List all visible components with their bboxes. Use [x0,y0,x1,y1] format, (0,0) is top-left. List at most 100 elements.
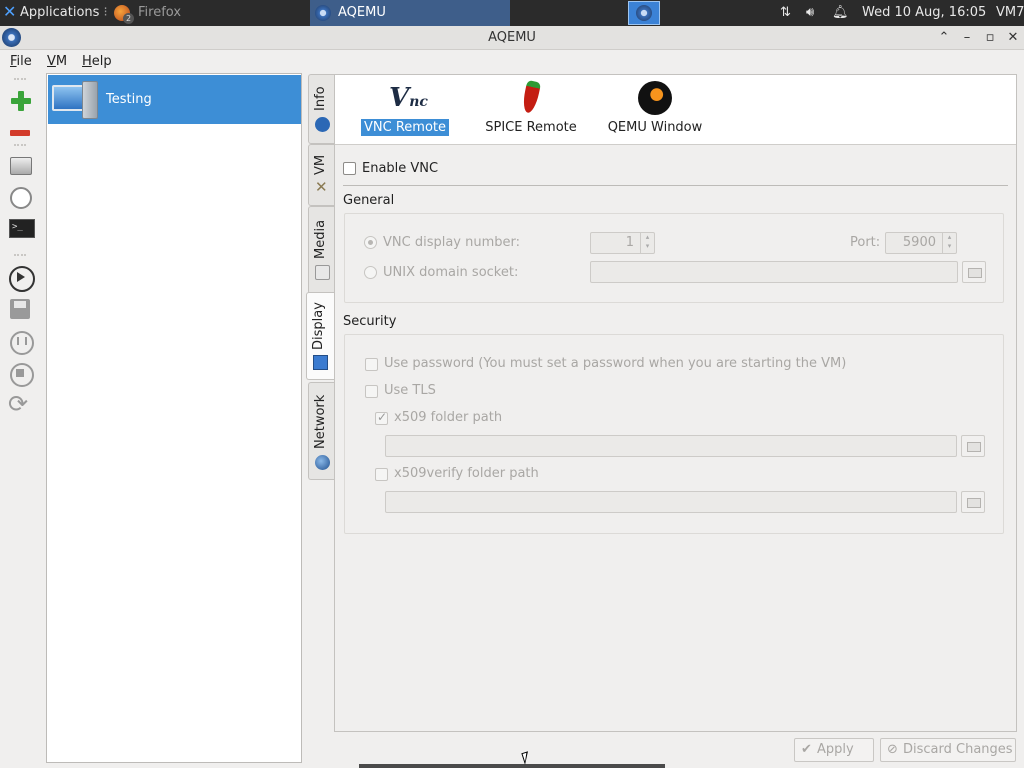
divider [343,185,1008,186]
taskbar-aqemu[interactable]: AQEMU [310,0,510,26]
unix-socket-browse-button[interactable] [962,261,986,283]
unix-socket-radio[interactable] [364,266,377,279]
reset-icon[interactable] [7,391,33,418]
window-title: AQEMU [488,30,536,45]
tools-icon [315,178,330,196]
vm-list-item[interactable]: Testing [48,75,301,124]
use-password-checkbox[interactable] [365,358,378,371]
vm-toolbar [0,74,40,768]
aqemu-launcher[interactable] [628,1,660,25]
clock[interactable]: Wed 10 Aug, 16:05 [862,0,986,25]
apply-button[interactable]: ✔ Apply [794,738,874,762]
computer-icon [52,81,98,119]
window-titlebar[interactable]: AQEMU ⌃ – ▫ ✕ [0,26,1024,50]
stop-icon[interactable] [7,360,34,387]
host-label: VM7 [996,5,1024,20]
info-icon [315,117,330,132]
tab-info-label: Info [313,86,328,112]
vm-list[interactable]: Testing [46,73,302,763]
add-vm-icon[interactable] [7,88,33,114]
clock-icon[interactable] [7,184,33,210]
discard-changes-button[interactable]: ⊘ Discard Changes [880,738,1016,762]
horizontal-scrollbar[interactable] [359,764,665,768]
toolbar-separator [14,254,26,256]
vnc-icon: Vnc [389,83,428,113]
mode-vnc-remote[interactable]: Vnc VNC Remote [359,75,451,145]
vm-name: Testing [106,92,152,107]
x509verify-folder-input[interactable] [385,491,957,513]
unix-socket-input[interactable] [590,261,958,283]
maximize-button[interactable]: ▫ [979,26,1001,50]
enable-vnc-box[interactable] [343,162,356,175]
applications-label: Applications [20,5,100,20]
security-section-title: Security [343,314,397,329]
security-group: Use password (You must set a password wh… [344,334,1004,534]
display-tab-panel: Vnc VNC Remote SPICE Remote QEMU Window … [334,74,1017,732]
xfce-icon: ✕ [3,2,17,21]
tab-display[interactable]: Display [306,292,335,380]
disk-icon[interactable] [7,152,33,178]
port-label: Port: [850,235,881,250]
x509-folder-label: x509 folder path [394,410,503,425]
close-button[interactable]: ✕ [1002,26,1024,50]
remove-vm-icon[interactable] [7,120,33,146]
taskbar-firefox-label: Firefox [138,5,182,20]
system-panel: ✕ Applications ⁝ 2 Firefox AQEMU ⇅ 🔊︎ 🔔︎… [0,0,1024,26]
apply-label: Apply [817,742,854,757]
start-icon[interactable] [7,264,35,292]
tab-media[interactable]: Media [308,206,334,294]
tab-vm[interactable]: VM [308,144,334,206]
aqemu-launcher-icon [636,5,652,21]
x509verify-folder-checkbox[interactable] [375,468,388,481]
vnc-display-number-spinbox[interactable]: 1 [590,232,655,254]
display-mode-selector: Vnc VNC Remote SPICE Remote QEMU Window [335,75,1016,145]
toolbar-separator [14,78,26,80]
terminal-icon[interactable] [7,215,35,241]
tab-network-label: Network [313,394,328,450]
menubar: File VM Help [0,51,1024,73]
mode-qemu-window[interactable]: QEMU Window [603,75,707,145]
menu-vm[interactable]: VM [47,54,67,69]
toolbar-separator [14,144,26,146]
x509-folder-checkbox[interactable] [375,410,388,425]
cancel-icon: ⊘ [887,742,898,757]
menu-file[interactable]: File [10,54,32,69]
x509-folder-browse-button[interactable] [961,435,985,457]
tab-display-label: Display [311,302,326,350]
menu-help[interactable]: Help [82,54,112,69]
port-spinbox[interactable]: 5900 [885,232,957,254]
display-icon [313,355,328,370]
vnc-display-number-label: VNC display number: [383,235,521,250]
mode-vnc-label: VNC Remote [359,119,451,136]
x509-folder-input[interactable] [385,435,957,457]
general-group: VNC display number: 1 Port: 5900 UNIX do… [344,213,1004,303]
x509verify-folder-browse-button[interactable] [961,491,985,513]
notification-bell-icon[interactable]: 🔔︎ [832,0,849,25]
taskbar-firefox[interactable]: 2 Firefox [110,0,310,26]
tab-info[interactable]: Info [308,74,334,144]
checkmark-icon: ✔ [801,742,812,757]
volume-icon[interactable]: 🔊︎ [806,0,814,25]
general-section-title: General [343,193,395,208]
system-tray: ⇅ 🔊︎ 🔔︎ Wed 10 Aug, 16:05 VM7 [774,0,1024,26]
use-tls-checkbox[interactable] [365,385,378,398]
unix-socket-label: UNIX domain socket: [383,265,519,280]
tab-media-label: Media [313,219,328,259]
discard-label: Discard Changes [903,742,1013,757]
minimize-button[interactable]: – [956,26,978,50]
use-tls-label: Use TLS [384,383,436,398]
aqemu-icon [315,5,331,21]
applications-menu[interactable]: ✕ Applications ⁝ [0,0,108,26]
network-transfer-icon[interactable]: ⇅ [780,0,791,25]
network-icon [315,455,330,470]
qemu-icon [638,81,672,115]
shade-button[interactable]: ⌃ [933,26,955,50]
save-state-icon[interactable] [7,296,33,322]
mode-spice-label: SPICE Remote [485,120,577,135]
tab-network[interactable]: Network [308,382,334,480]
mouse-cursor-icon [521,751,532,765]
vnc-display-number-radio[interactable] [364,236,377,249]
pause-icon[interactable] [7,328,34,355]
x509verify-folder-label: x509verify folder path [394,466,539,481]
mode-spice-remote[interactable]: SPICE Remote [481,75,581,145]
